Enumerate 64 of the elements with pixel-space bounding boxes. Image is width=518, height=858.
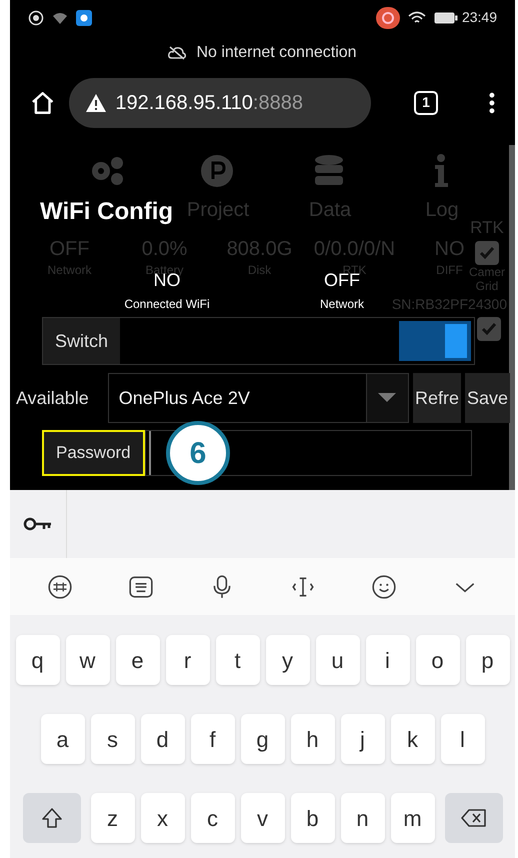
switch-label: Switch xyxy=(43,318,120,364)
keyboard-key[interactable]: b xyxy=(290,793,334,843)
check-icon xyxy=(479,246,495,260)
toggle-switch[interactable] xyxy=(399,321,471,361)
keyboard-key[interactable]: k xyxy=(390,714,434,764)
checkbox[interactable] xyxy=(475,240,499,264)
keyboard-key[interactable]: e xyxy=(116,635,160,685)
status-label: Network xyxy=(320,296,364,313)
keyboard-key[interactable]: u xyxy=(316,635,360,685)
keyboard-key[interactable]: s xyxy=(90,714,134,764)
record-icon xyxy=(28,10,44,26)
battery-icon xyxy=(434,12,458,24)
status-label: Connected WiFi xyxy=(124,296,210,313)
keyboard-key[interactable]: d xyxy=(140,714,184,764)
keyboard-key[interactable]: g xyxy=(240,714,284,764)
keyboard-key[interactable]: c xyxy=(190,793,234,843)
keyboard-key[interactable]: n xyxy=(340,793,384,843)
network-dropdown[interactable]: OnePlus Ace 2V xyxy=(108,373,409,423)
offline-message: No internet connection xyxy=(196,42,357,62)
backspace-key[interactable] xyxy=(444,793,502,843)
check-icon xyxy=(481,322,497,336)
dialog-title: WiFi Config xyxy=(40,197,174,227)
keyboard-icon[interactable] xyxy=(128,574,154,600)
dialog-button[interactable]: Save xyxy=(464,373,510,423)
scrollbar[interactable] xyxy=(509,145,515,490)
keyboard-key[interactable]: t xyxy=(216,635,260,685)
warning-icon xyxy=(85,92,108,112)
keyboard-key[interactable]: x xyxy=(140,793,184,843)
cloud-off-icon xyxy=(168,46,186,60)
tab-count-button[interactable]: 1 xyxy=(414,90,438,114)
keyboard-key[interactable]: q xyxy=(16,635,60,685)
keyboard-key[interactable]: a xyxy=(40,714,84,764)
available-label: Available xyxy=(15,386,90,410)
dialog-button[interactable]: Refre xyxy=(412,373,461,423)
keyboard-key[interactable]: l xyxy=(440,714,484,764)
keyboard-key[interactable]: i xyxy=(366,635,410,685)
keyboard-key[interactable]: r xyxy=(166,635,210,685)
backspace-icon xyxy=(460,809,486,827)
home-icon[interactable] xyxy=(30,90,56,116)
keyboard-key[interactable]: z xyxy=(90,793,134,843)
app-icon xyxy=(76,10,92,26)
keyboard-key[interactable]: f xyxy=(190,714,234,764)
shift-key[interactable] xyxy=(22,793,80,843)
signal-icon xyxy=(52,10,68,24)
keyboard-key[interactable]: p xyxy=(466,635,510,685)
keyboard-key[interactable]: o xyxy=(416,635,460,685)
keyboard-key[interactable]: w xyxy=(66,635,110,685)
clock: 23:49 xyxy=(462,8,497,27)
keyboard-key[interactable]: y xyxy=(266,635,310,685)
url-text: 192.168.95.110:8888 xyxy=(115,90,303,116)
smiley-icon[interactable] xyxy=(370,574,397,600)
keyboard-key[interactable]: m xyxy=(390,793,434,843)
shift-arrow-icon xyxy=(40,807,62,829)
more-menu-icon[interactable] xyxy=(489,92,495,114)
key-icon[interactable] xyxy=(23,517,53,531)
keyboard-key[interactable]: v xyxy=(240,793,284,843)
checkbox[interactable] xyxy=(477,317,501,341)
dropdown-arrow-icon[interactable] xyxy=(378,393,396,403)
record-badge-icon xyxy=(376,6,400,28)
wifi-icon xyxy=(408,10,426,24)
keyboard-key[interactable]: j xyxy=(340,714,384,764)
password-label: Password xyxy=(42,430,145,476)
address-bar[interactable]: 192.168.95.110:8888 xyxy=(69,78,371,128)
keyboard-key[interactable]: h xyxy=(290,714,334,764)
